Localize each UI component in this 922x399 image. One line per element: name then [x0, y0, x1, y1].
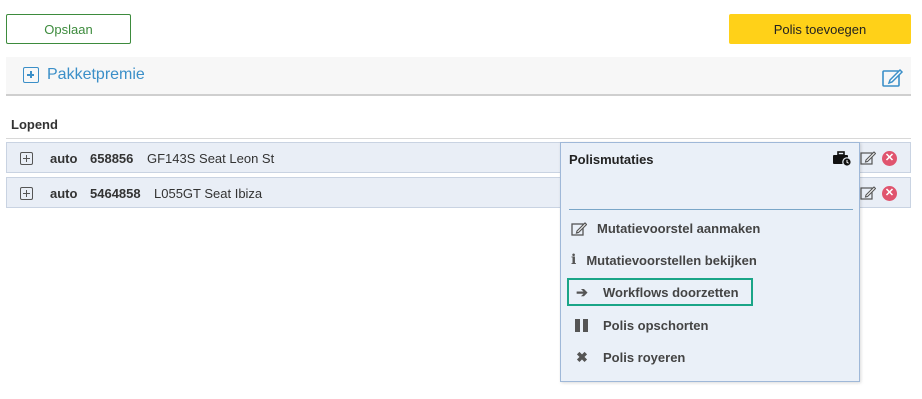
menu-item-suspend-policy[interactable]: Polis opschorten: [567, 311, 753, 339]
menu-divider: [569, 209, 853, 210]
close-icon: ✖: [576, 348, 588, 365]
delete-icon[interactable]: ✕: [882, 151, 897, 166]
edit-icon[interactable]: [860, 150, 876, 166]
expand-icon[interactable]: [20, 152, 33, 165]
menu-item-label: Mutatievoorstel aanmaken: [597, 220, 761, 236]
menu-item-label: Polis royeren: [603, 349, 686, 365]
menu-item-label: Polis opschorten: [603, 317, 709, 333]
section-label: Lopend: [11, 117, 58, 132]
edit-icon: [571, 220, 588, 237]
delete-icon[interactable]: ✕: [882, 186, 897, 201]
policy-mutations-menu: Polismutaties Mutatievoorstel aanmaken i…: [560, 142, 860, 382]
policy-description: L055GT Seat Ibiza: [154, 186, 263, 201]
menu-item-view-mutations[interactable]: i Mutatievoorstellen bekijken: [567, 246, 757, 274]
pause-icon: [571, 317, 593, 334]
expand-icon[interactable]: [20, 187, 33, 200]
briefcase-clock-icon: [833, 151, 852, 167]
policy-number: 5464858: [90, 186, 141, 201]
menu-item-create-mutation[interactable]: Mutatievoorstel aanmaken: [567, 214, 760, 242]
info-icon: i: [571, 252, 577, 268]
menu-item-cancel-policy[interactable]: ✖ Polis royeren: [567, 343, 753, 371]
edit-icon[interactable]: [860, 185, 876, 201]
package-premium-title[interactable]: Pakketpremie: [47, 66, 145, 84]
policy-type: auto: [50, 151, 78, 166]
package-premium-bar: Pakketpremie: [6, 57, 911, 96]
policy-description: GF143S Seat Leon St: [147, 151, 275, 166]
menu-item-label: Mutatievoorstellen bekijken: [586, 252, 757, 268]
add-policy-button[interactable]: Polis toevoegen: [729, 14, 911, 44]
policy-number: 658856: [90, 151, 134, 166]
expand-icon[interactable]: [23, 67, 39, 83]
menu-item-forward-workflows[interactable]: ➔ Workflows doorzetten: [567, 278, 753, 306]
save-button[interactable]: Opslaan: [6, 14, 131, 44]
menu-item-label: Workflows doorzetten: [603, 284, 739, 300]
arrow-right-icon: ➔: [576, 283, 588, 300]
policy-type: auto: [50, 186, 78, 201]
section-divider: [6, 138, 911, 139]
menu-title: Polismutaties: [569, 152, 654, 167]
edit-icon[interactable]: [882, 68, 904, 88]
